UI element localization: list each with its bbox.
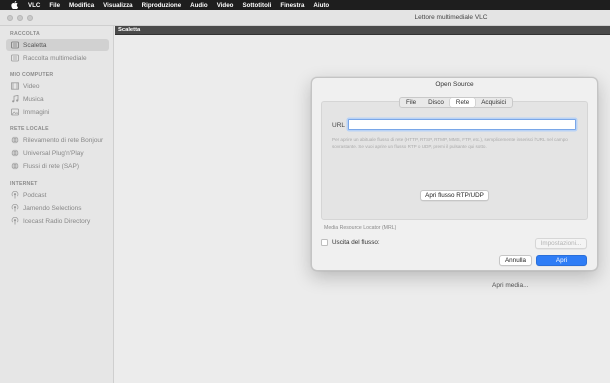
stream-output-label: Uscita del flusso: [332, 239, 380, 246]
sidebar: RACCOLTA Scaletta Raccolta multimediale … [0, 26, 114, 383]
sidebar-item-label: Musica [23, 95, 44, 103]
menu-visualizza[interactable]: Visualizza [103, 2, 132, 9]
globe-icon [10, 162, 19, 170]
sidebar-section-raccolta: RACCOLTA [10, 31, 40, 37]
sidebar-item-label: Rilevamento di rete Bonjour [23, 136, 104, 144]
network-hint-text: Per aprire un abituale flusso di rete (H… [332, 137, 568, 149]
podcast-icon [10, 191, 19, 199]
film-icon [10, 82, 19, 90]
sidebar-item-label: Icecast Radio Directory [23, 217, 91, 225]
url-label: URL [332, 122, 346, 129]
music-note-icon [10, 95, 19, 103]
menu-modifica[interactable]: Modifica [69, 2, 94, 9]
sidebar-item-raccolta-multimediale[interactable]: Raccolta multimediale [6, 52, 109, 64]
globe-icon [10, 136, 19, 144]
tab-file[interactable]: File [400, 98, 422, 107]
globe-icon [10, 149, 19, 157]
sidebar-item-podcast[interactable]: Podcast [6, 189, 109, 201]
podcast-icon [10, 217, 19, 225]
menu-aiuto[interactable]: Aiuto [313, 2, 329, 9]
sidebar-item-label: Raccolta multimediale [23, 54, 87, 62]
sidebar-section-internet: INTERNET [10, 181, 38, 187]
sidebar-item-label: Immagini [23, 108, 50, 116]
open-button[interactable]: Apri [536, 255, 587, 266]
playlist-header: Scaletta [115, 26, 610, 35]
sidebar-item-video[interactable]: Video [6, 80, 109, 92]
menu-sottotitoli[interactable]: Sottotitoli [242, 2, 271, 9]
menu-audio[interactable]: Audio [190, 2, 208, 9]
sidebar-item-immagini[interactable]: Immagini [6, 106, 109, 118]
sidebar-section-rete-locale: RETE LOCALE [10, 126, 49, 132]
stream-output-checkbox[interactable] [321, 239, 328, 246]
mrl-disclosure[interactable]: Media Resource Locator (MRL) [324, 225, 396, 231]
dialog-title: Open Source [435, 81, 474, 88]
playlist-header-title: Scaletta [118, 27, 141, 33]
menu-finestra[interactable]: Finestra [280, 2, 304, 9]
sidebar-item-label: Jamendo Selections [23, 204, 82, 212]
menu-app[interactable]: VLC [28, 2, 40, 9]
open-rtp-udp-button[interactable]: Apri flusso RTP/UDP [420, 190, 489, 201]
sidebar-item-upnp[interactable]: Universal Plug'n'Play [6, 147, 109, 159]
menu-riproduzione[interactable]: Riproduzione [142, 2, 182, 9]
source-tabs: File Disco Rete Acquisici [399, 97, 514, 108]
sidebar-item-musica[interactable]: Musica [6, 93, 109, 105]
menu-bar: VLC File Modifica Visualizza Riproduzion… [0, 0, 610, 10]
sidebar-item-label: Scaletta [23, 41, 47, 49]
sidebar-item-label: Podcast [23, 191, 47, 199]
menu-file[interactable]: File [49, 2, 60, 9]
tab-disco[interactable]: Disco [422, 98, 450, 107]
menu-video[interactable]: Video [217, 2, 234, 9]
url-input[interactable] [348, 119, 576, 130]
settings-button[interactable]: Impostazioni... [535, 238, 587, 249]
image-icon [10, 108, 19, 116]
open-source-dialog: Open Source File Disco Rete Acquisici UR… [311, 77, 598, 271]
library-icon [10, 54, 19, 62]
podcast-icon [10, 204, 19, 212]
window-titlebar: Lettore multimediale VLC [0, 10, 610, 26]
sidebar-item-scaletta[interactable]: Scaletta [6, 39, 109, 51]
open-media-link[interactable]: Apri media... [492, 282, 529, 289]
sidebar-item-sap[interactable]: Flussi di rete (SAP) [6, 160, 109, 172]
window-title: Lettore multimediale VLC [414, 14, 488, 21]
sidebar-item-label: Universal Plug'n'Play [23, 149, 84, 157]
tab-acquisici[interactable]: Acquisici [475, 98, 512, 107]
sidebar-item-jamendo[interactable]: Jamendo Selections [6, 202, 109, 214]
cancel-button[interactable]: Annulla [499, 255, 532, 266]
tab-rete[interactable]: Rete [449, 98, 476, 107]
sidebar-item-bonjour[interactable]: Rilevamento di rete Bonjour [6, 134, 109, 146]
sidebar-item-label: Video [23, 82, 40, 90]
apple-icon[interactable] [10, 1, 18, 9]
sidebar-section-mio-computer: MIO COMPUTER [10, 72, 54, 78]
playlist-icon [10, 41, 19, 49]
sidebar-item-icecast[interactable]: Icecast Radio Directory [6, 215, 109, 227]
sidebar-item-label: Flussi di rete (SAP) [23, 162, 79, 170]
